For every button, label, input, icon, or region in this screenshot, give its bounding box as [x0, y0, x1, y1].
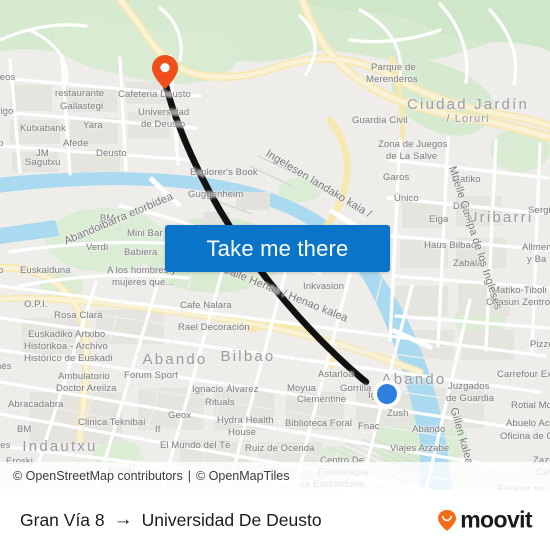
destination-pin[interactable] [152, 55, 178, 89]
arrow-icon: → [113, 509, 133, 530]
origin-label: Gran Vía 8 [20, 509, 105, 530]
route-footer: Gran Vía 8 → Universidad De Deusto moovi… [0, 490, 550, 550]
map-attribution: © OpenStreetMap contributors | © OpenMap… [0, 462, 550, 490]
osm-attribution-link[interactable]: © OpenStreetMap contributors [13, 469, 183, 483]
moovit-pin-icon [438, 509, 457, 531]
origin-dot[interactable] [373, 380, 401, 408]
origin-dot-core [377, 384, 397, 404]
attribution-separator: | [187, 469, 191, 483]
map-canvas[interactable]: teosrestauranteGallastegioigoKutxabankYa… [0, 0, 550, 490]
moovit-route-preview: teosrestauranteGallastegioigoKutxabankYa… [0, 0, 550, 550]
destination-label: Universidad De Deusto [141, 509, 322, 530]
moovit-logo[interactable]: moovit [435, 506, 533, 534]
take-me-there-button[interactable]: Take me there [165, 225, 390, 272]
route-summary: Gran Vía 8 → Universidad De Deusto [20, 509, 322, 531]
moovit-wordmark: moovit [460, 506, 532, 533]
openmaptiles-attribution-link[interactable]: © OpenMapTiles [196, 469, 290, 483]
